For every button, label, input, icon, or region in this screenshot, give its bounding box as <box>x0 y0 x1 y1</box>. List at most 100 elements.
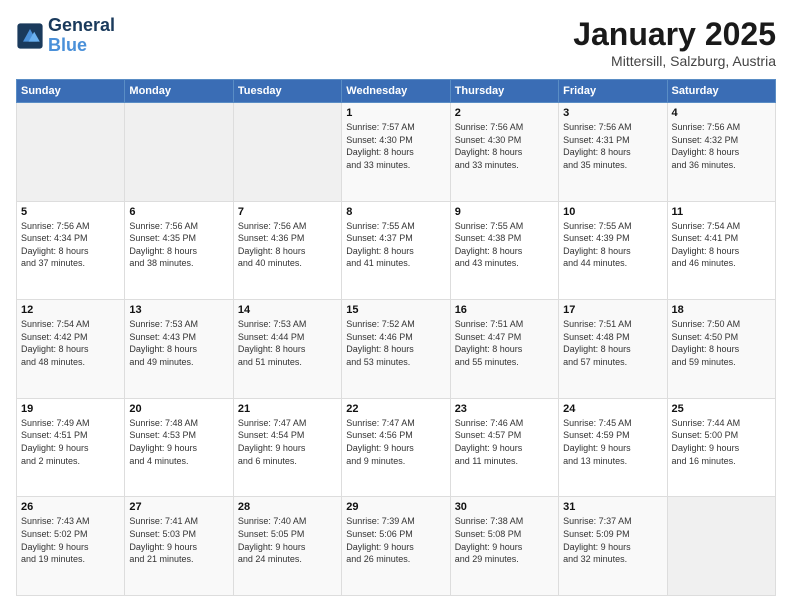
day-info: Sunrise: 7:47 AM Sunset: 4:54 PM Dayligh… <box>238 417 337 467</box>
logo-line2: Blue <box>48 36 115 56</box>
day-number: 22 <box>346 403 445 415</box>
title-block: January 2025 Mittersill, Salzburg, Austr… <box>573 16 776 69</box>
day-info: Sunrise: 7:45 AM Sunset: 4:59 PM Dayligh… <box>563 417 662 467</box>
calendar-cell: 27 Sunrise: 7:41 AM Sunset: 5:03 PM Dayli… <box>125 497 233 596</box>
day-info: Sunrise: 7:54 AM Sunset: 4:42 PM Dayligh… <box>21 318 120 368</box>
page: General Blue January 2025 Mittersill, Sa… <box>0 0 792 612</box>
logo-icon <box>16 22 44 50</box>
calendar-cell: 2Sunrise: 7:56 AM Sunset: 4:30 PM Daylig… <box>450 103 558 202</box>
day-number: 18 <box>672 304 771 316</box>
day-number: 26 <box>21 501 120 513</box>
calendar-cell: 4 Sunrise: 7:56 AM Sunset: 4:32 PM Daylig… <box>667 103 775 202</box>
calendar-cell: 22 Sunrise: 7:47 AM Sunset: 4:56 PM Dayli… <box>342 398 450 497</box>
day-number: 4 <box>672 107 771 119</box>
day-info: Sunrise: 7:56 AM Sunset: 4:32 PM Dayligh… <box>672 121 771 171</box>
calendar-week-3: 12 Sunrise: 7:54 AM Sunset: 4:42 PM Dayli… <box>17 300 776 399</box>
month-title: January 2025 <box>573 16 776 53</box>
calendar-cell: 9 Sunrise: 7:55 AM Sunset: 4:38 PM Daylig… <box>450 201 558 300</box>
day-number: 23 <box>455 403 554 415</box>
calendar-table: Sunday Monday Tuesday Wednesday Thursday… <box>16 79 776 596</box>
day-info: Sunrise: 7:51 AM Sunset: 4:48 PM Dayligh… <box>563 318 662 368</box>
day-info: Sunrise: 7:57 AM Sunset: 4:30 PM Dayligh… <box>346 121 445 171</box>
header: General Blue January 2025 Mittersill, Sa… <box>16 16 776 69</box>
calendar-cell <box>125 103 233 202</box>
calendar-cell <box>667 497 775 596</box>
calendar-cell: 14Sunrise: 7:53 AM Sunset: 4:44 PM Dayli… <box>233 300 341 399</box>
calendar-cell: 1Sunrise: 7:57 AM Sunset: 4:30 PM Daylig… <box>342 103 450 202</box>
day-info: Sunrise: 7:39 AM Sunset: 5:06 PM Dayligh… <box>346 515 445 565</box>
calendar-cell: 18 Sunrise: 7:50 AM Sunset: 4:50 PM Dayli… <box>667 300 775 399</box>
day-info: Sunrise: 7:49 AM Sunset: 4:51 PM Dayligh… <box>21 417 120 467</box>
day-info: Sunrise: 7:55 AM Sunset: 4:39 PM Dayligh… <box>563 220 662 270</box>
day-number: 8 <box>346 206 445 218</box>
day-info: Sunrise: 7:37 AM Sunset: 5:09 PM Dayligh… <box>563 515 662 565</box>
calendar-cell: 6Sunrise: 7:56 AM Sunset: 4:35 PM Daylig… <box>125 201 233 300</box>
day-info: Sunrise: 7:56 AM Sunset: 4:36 PM Dayligh… <box>238 220 337 270</box>
calendar-week-5: 26 Sunrise: 7:43 AM Sunset: 5:02 PM Dayli… <box>17 497 776 596</box>
calendar-cell: 29 Sunrise: 7:39 AM Sunset: 5:06 PM Dayli… <box>342 497 450 596</box>
calendar-cell <box>17 103 125 202</box>
day-number: 9 <box>455 206 554 218</box>
day-info: Sunrise: 7:56 AM Sunset: 4:30 PM Dayligh… <box>455 121 554 171</box>
day-info: Sunrise: 7:47 AM Sunset: 4:56 PM Dayligh… <box>346 417 445 467</box>
day-info: Sunrise: 7:43 AM Sunset: 5:02 PM Dayligh… <box>21 515 120 565</box>
day-number: 10 <box>563 206 662 218</box>
logo-text: General Blue <box>48 16 115 56</box>
col-thursday: Thursday <box>450 80 558 103</box>
day-number: 17 <box>563 304 662 316</box>
calendar-cell: 25Sunrise: 7:44 AM Sunset: 5:00 PM Dayli… <box>667 398 775 497</box>
day-number: 29 <box>346 501 445 513</box>
day-number: 13 <box>129 304 228 316</box>
day-number: 6 <box>129 206 228 218</box>
calendar-cell: 12 Sunrise: 7:54 AM Sunset: 4:42 PM Dayli… <box>17 300 125 399</box>
day-number: 24 <box>563 403 662 415</box>
col-sunday: Sunday <box>17 80 125 103</box>
day-info: Sunrise: 7:54 AM Sunset: 4:41 PM Dayligh… <box>672 220 771 270</box>
day-info: Sunrise: 7:51 AM Sunset: 4:47 PM Dayligh… <box>455 318 554 368</box>
calendar-cell: 20 Sunrise: 7:48 AM Sunset: 4:53 PM Dayli… <box>125 398 233 497</box>
calendar-cell: 24 Sunrise: 7:45 AM Sunset: 4:59 PM Dayli… <box>559 398 667 497</box>
day-number: 19 <box>21 403 120 415</box>
day-number: 12 <box>21 304 120 316</box>
day-info: Sunrise: 7:38 AM Sunset: 5:08 PM Dayligh… <box>455 515 554 565</box>
day-number: 30 <box>455 501 554 513</box>
col-monday: Monday <box>125 80 233 103</box>
col-tuesday: Tuesday <box>233 80 341 103</box>
day-info: Sunrise: 7:40 AM Sunset: 5:05 PM Dayligh… <box>238 515 337 565</box>
col-friday: Friday <box>559 80 667 103</box>
day-number: 7 <box>238 206 337 218</box>
day-number: 21 <box>238 403 337 415</box>
day-number: 3 <box>563 107 662 119</box>
calendar-cell: 11 Sunrise: 7:54 AM Sunset: 4:41 PM Dayli… <box>667 201 775 300</box>
location-subtitle: Mittersill, Salzburg, Austria <box>573 53 776 69</box>
day-number: 27 <box>129 501 228 513</box>
day-info: Sunrise: 7:41 AM Sunset: 5:03 PM Dayligh… <box>129 515 228 565</box>
day-number: 15 <box>346 304 445 316</box>
calendar-cell: 19 Sunrise: 7:49 AM Sunset: 4:51 PM Dayli… <box>17 398 125 497</box>
day-info: Sunrise: 7:52 AM Sunset: 4:46 PM Dayligh… <box>346 318 445 368</box>
calendar-cell: 5Sunrise: 7:56 AM Sunset: 4:34 PM Daylig… <box>17 201 125 300</box>
day-info: Sunrise: 7:53 AM Sunset: 4:44 PM Dayligh… <box>238 318 337 368</box>
calendar-week-2: 5Sunrise: 7:56 AM Sunset: 4:34 PM Daylig… <box>17 201 776 300</box>
calendar-cell: 13 Sunrise: 7:53 AM Sunset: 4:43 PM Dayli… <box>125 300 233 399</box>
day-number: 20 <box>129 403 228 415</box>
calendar-cell: 8Sunrise: 7:55 AM Sunset: 4:37 PM Daylig… <box>342 201 450 300</box>
calendar-cell: 26 Sunrise: 7:43 AM Sunset: 5:02 PM Dayli… <box>17 497 125 596</box>
day-number: 11 <box>672 206 771 218</box>
day-info: Sunrise: 7:53 AM Sunset: 4:43 PM Dayligh… <box>129 318 228 368</box>
day-info: Sunrise: 7:46 AM Sunset: 4:57 PM Dayligh… <box>455 417 554 467</box>
calendar-week-1: 1Sunrise: 7:57 AM Sunset: 4:30 PM Daylig… <box>17 103 776 202</box>
col-wednesday: Wednesday <box>342 80 450 103</box>
calendar-cell: 16Sunrise: 7:51 AM Sunset: 4:47 PM Dayli… <box>450 300 558 399</box>
calendar-cell: 15 Sunrise: 7:52 AM Sunset: 4:46 PM Dayli… <box>342 300 450 399</box>
col-saturday: Saturday <box>667 80 775 103</box>
day-info: Sunrise: 7:48 AM Sunset: 4:53 PM Dayligh… <box>129 417 228 467</box>
calendar-cell: 30 Sunrise: 7:38 AM Sunset: 5:08 PM Dayli… <box>450 497 558 596</box>
calendar-cell: 23 Sunrise: 7:46 AM Sunset: 4:57 PM Dayli… <box>450 398 558 497</box>
day-info: Sunrise: 7:56 AM Sunset: 4:31 PM Dayligh… <box>563 121 662 171</box>
day-info: Sunrise: 7:44 AM Sunset: 5:00 PM Dayligh… <box>672 417 771 467</box>
day-info: Sunrise: 7:56 AM Sunset: 4:34 PM Dayligh… <box>21 220 120 270</box>
day-info: Sunrise: 7:50 AM Sunset: 4:50 PM Dayligh… <box>672 318 771 368</box>
day-info: Sunrise: 7:55 AM Sunset: 4:38 PM Dayligh… <box>455 220 554 270</box>
calendar-cell: 7 Sunrise: 7:56 AM Sunset: 4:36 PM Daylig… <box>233 201 341 300</box>
